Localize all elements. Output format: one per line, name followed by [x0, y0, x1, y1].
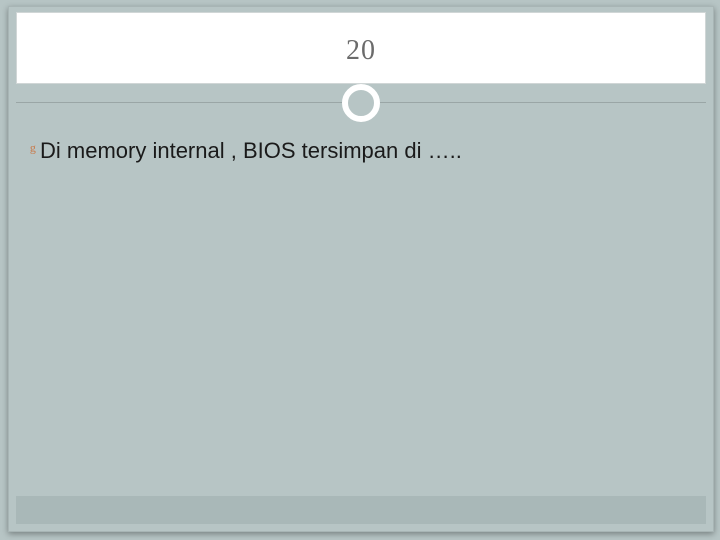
- bullet-text: Di memory internal , BIOS tersimpan di ……: [40, 138, 462, 164]
- slide-body: ᵍ Di memory internal , BIOS tersimpan di…: [30, 138, 692, 164]
- slide-number: 20: [17, 35, 705, 67]
- slide-footer: [16, 496, 706, 524]
- slide-header: 20: [16, 12, 706, 84]
- slide-container: 20 ᵍ Di memory internal , BIOS tersimpan…: [8, 6, 714, 532]
- decorative-ring-icon: [342, 84, 380, 122]
- list-item: ᵍ Di memory internal , BIOS tersimpan di…: [30, 138, 692, 164]
- bullet-icon: ᵍ: [30, 138, 36, 164]
